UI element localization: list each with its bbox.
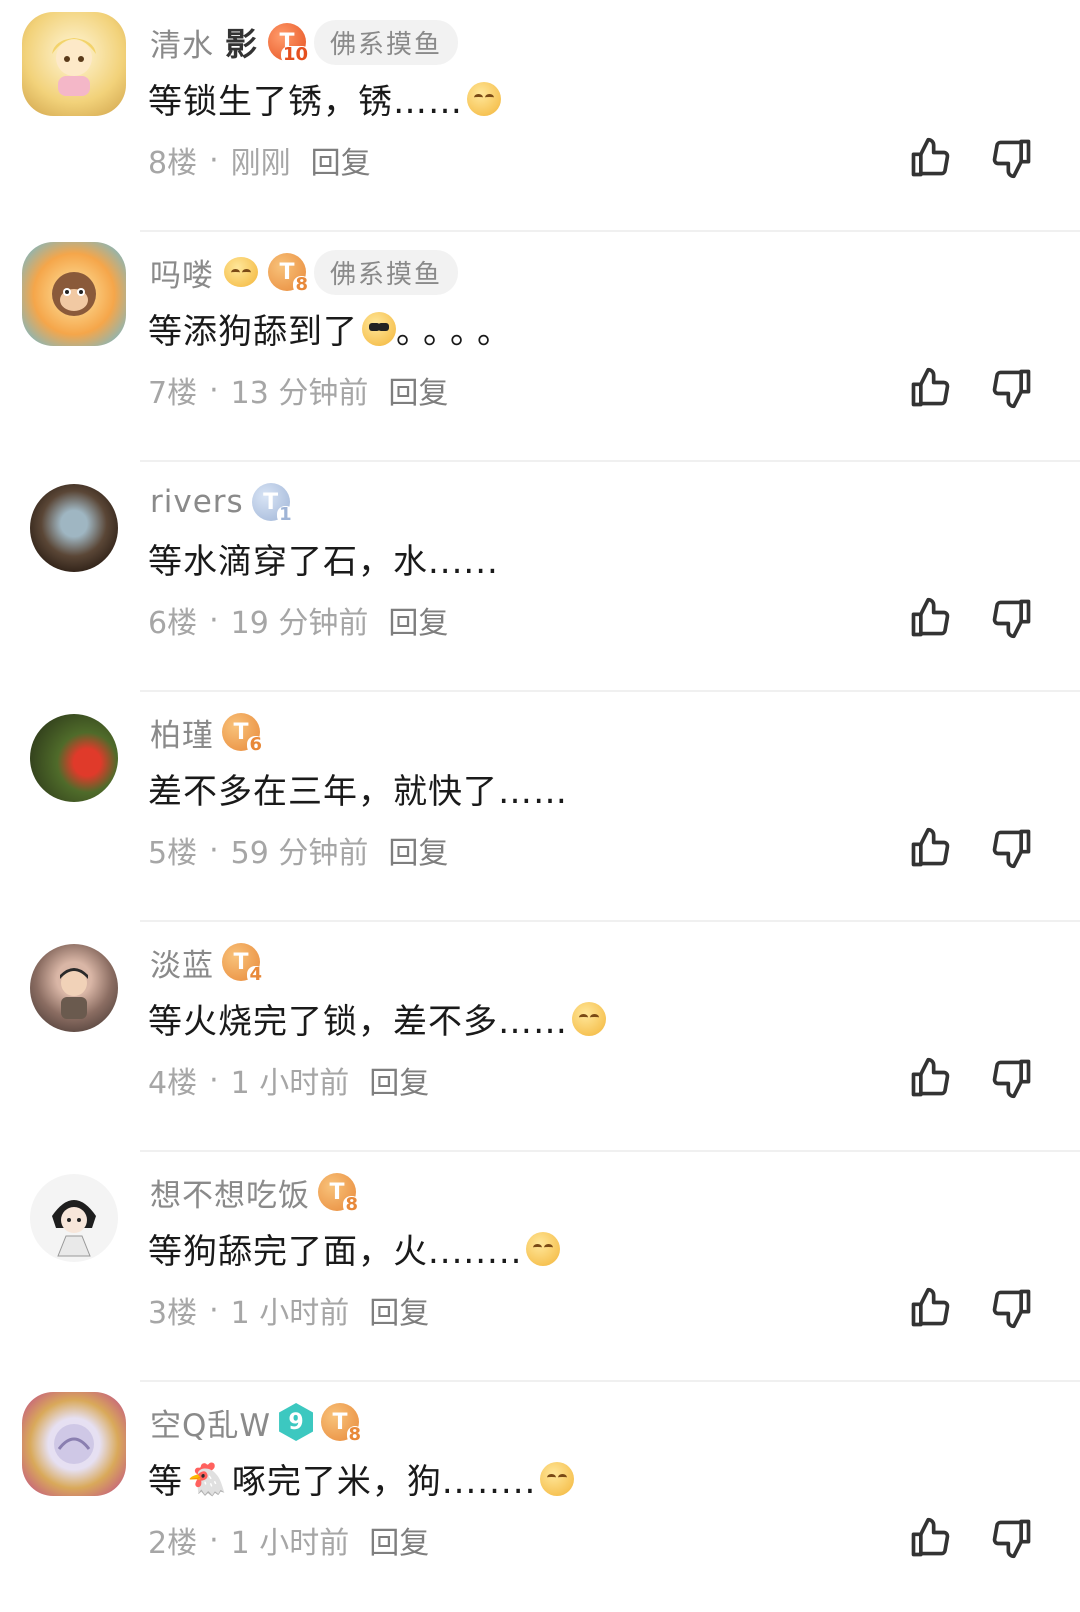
thumbs-down-icon[interactable]	[990, 596, 1034, 640]
avatar[interactable]	[22, 1392, 126, 1496]
floor-number: 5楼	[148, 836, 198, 871]
thumbs-down-icon[interactable]	[990, 366, 1034, 410]
timestamp: 13 分钟前	[230, 376, 369, 411]
level-badge-icon: T 10	[268, 23, 310, 64]
username[interactable]: 清水	[150, 20, 214, 65]
username[interactable]: 淡蓝	[150, 940, 214, 985]
reply-button[interactable]: 回复	[388, 828, 448, 872]
reply-button[interactable]: 回复	[369, 1518, 429, 1562]
comment-header: 吗喽 T8 佛系摸鱼	[150, 248, 459, 296]
timestamp: 19 分钟前	[230, 606, 369, 641]
floor-number: 3楼	[148, 1296, 198, 1331]
timestamp: 1 小时前	[230, 1296, 350, 1331]
username[interactable]: 吗喽	[150, 250, 214, 295]
vip-badge-icon: 9	[279, 1403, 314, 1441]
user-tag[interactable]: 佛系摸鱼	[314, 249, 459, 295]
thumbs-down-icon[interactable]	[990, 826, 1034, 870]
username[interactable]: rivers	[150, 484, 244, 520]
smile-emoji-icon	[540, 1461, 575, 1496]
level-badge-icon: T8	[321, 1403, 364, 1444]
name-emblem-icon	[222, 253, 260, 291]
floor-number: 6楼	[148, 606, 198, 641]
comment-item: rivers T1 等水滴穿了石，水...... 6楼 · 19 分钟前 回复	[0, 460, 1080, 692]
timestamp: 1 小时前	[230, 1526, 350, 1561]
timestamp: 刚刚	[230, 146, 291, 181]
floor-number: 7楼	[148, 376, 198, 411]
comment-header: rivers T1	[150, 478, 294, 526]
reply-button[interactable]: 回复	[311, 138, 371, 182]
thumbs-up-icon[interactable]	[908, 826, 952, 870]
comment-header: 柏瑾 T6	[150, 708, 264, 756]
thumbs-up-icon[interactable]	[908, 596, 952, 640]
username[interactable]: 想不想吃饭	[150, 1170, 310, 1215]
comment-list: 清水 影 T 10 佛系摸鱼 等锁生了锈，锈…… 8楼 · 刚刚 回复 吗喽 T8 …	[0, 0, 1080, 1592]
thumbs-down-icon[interactable]	[990, 1056, 1034, 1100]
thumbs-up-icon[interactable]	[908, 136, 952, 180]
timestamp: 59 分钟前	[230, 836, 369, 871]
comment-meta: 8楼 · 刚刚 回复	[148, 138, 371, 182]
user-tag[interactable]: 佛系摸鱼	[314, 19, 459, 65]
comment-item: 淡蓝 T4 等火烧完了锁，差不多…… 4楼 · 1 小时前 回复	[0, 920, 1080, 1152]
comment-meta: 5楼 · 59 分钟前 回复	[148, 828, 448, 872]
comment-item: 想不想吃饭 T8 等狗舔完了面，火........ 3楼 · 1 小时前 回复	[0, 1150, 1080, 1382]
comment-item: 空Q乱W 9 T8 等 🐔 啄完了米，狗........ 2楼 · 1 小时前 回复	[0, 1380, 1080, 1612]
comment-header: 淡蓝 T4	[150, 938, 264, 986]
reply-button[interactable]: 回复	[369, 1288, 429, 1332]
comment-item: 柏瑾 T6 差不多在三年，就快了…… 5楼 · 59 分钟前 回复	[0, 690, 1080, 922]
comment-meta: 6楼 · 19 分钟前 回复	[148, 598, 448, 642]
avatar[interactable]	[30, 714, 118, 802]
name-emblem: 影	[224, 25, 257, 63]
comment-meta: 3楼 · 1 小时前 回复	[148, 1288, 429, 1332]
thumbs-up-icon[interactable]	[908, 1286, 952, 1330]
floor-number: 2楼	[148, 1526, 198, 1561]
avatar[interactable]	[30, 484, 118, 572]
comment-content[interactable]: 等 🐔 啄完了米，狗........	[148, 1454, 575, 1503]
floor-number: 8楼	[148, 146, 198, 181]
level-badge-icon: T8	[268, 253, 310, 294]
comment-content[interactable]: 等水滴穿了石，水......	[148, 534, 499, 583]
level-badge-icon: T1	[251, 483, 294, 524]
comment-meta: 4楼 · 1 小时前 回复	[148, 1058, 429, 1102]
thumbs-up-icon[interactable]	[908, 366, 952, 410]
comment-content[interactable]: 等狗舔完了面，火........	[148, 1224, 561, 1273]
thumbs-down-icon[interactable]	[990, 136, 1034, 180]
smile-emoji-icon	[467, 81, 501, 116]
smile-emoji-icon	[526, 1231, 561, 1266]
reply-button[interactable]: 回复	[388, 598, 448, 642]
comment-content[interactable]: 等锁生了锈，锈……	[148, 74, 501, 123]
comment-header: 想不想吃饭 T8	[150, 1168, 360, 1216]
reply-button[interactable]: 回复	[388, 368, 448, 412]
level-badge-icon: T4	[222, 943, 264, 984]
comment-item: 吗喽 T8 佛系摸鱼 等添狗舔到了。。。。 7楼 · 13 分钟前 回复	[0, 230, 1080, 462]
thumbs-up-icon[interactable]	[908, 1516, 952, 1560]
username[interactable]: 空Q乱W	[150, 1400, 271, 1445]
level-badge-icon: T6	[222, 713, 264, 754]
smile-emoji-icon	[572, 1001, 606, 1036]
avatar[interactable]	[22, 242, 126, 346]
comment-item: 清水 影 T 10 佛系摸鱼 等锁生了锈，锈…… 8楼 · 刚刚 回复	[0, 0, 1080, 232]
comment-content[interactable]: 等添狗舔到了。。。。	[148, 304, 521, 353]
comment-content[interactable]: 差不多在三年，就快了……	[148, 764, 568, 813]
avatar[interactable]	[30, 1174, 118, 1262]
level-badge-icon: T8	[318, 1173, 360, 1214]
thumbs-up-icon[interactable]	[908, 1056, 952, 1100]
comment-meta: 7楼 · 13 分钟前 回复	[148, 368, 448, 412]
reply-button[interactable]: 回复	[369, 1058, 429, 1102]
timestamp: 1 小时前	[230, 1066, 350, 1101]
chicken-emoji-icon: 🐔	[187, 1459, 228, 1498]
avatar[interactable]	[30, 944, 118, 1032]
thumbs-down-icon[interactable]	[990, 1516, 1034, 1560]
comment-header: 清水 影 T 10 佛系摸鱼	[150, 18, 459, 66]
comment-content[interactable]: 等火烧完了锁，差不多……	[148, 994, 606, 1043]
floor-number: 4楼	[148, 1066, 198, 1101]
thumbs-down-icon[interactable]	[990, 1286, 1034, 1330]
comment-meta: 2楼 · 1 小时前 回复	[148, 1518, 429, 1562]
comment-header: 空Q乱W 9 T8	[150, 1398, 364, 1446]
username[interactable]: 柏瑾	[150, 710, 214, 755]
cool-emoji-icon	[362, 311, 396, 346]
avatar[interactable]	[22, 12, 126, 116]
